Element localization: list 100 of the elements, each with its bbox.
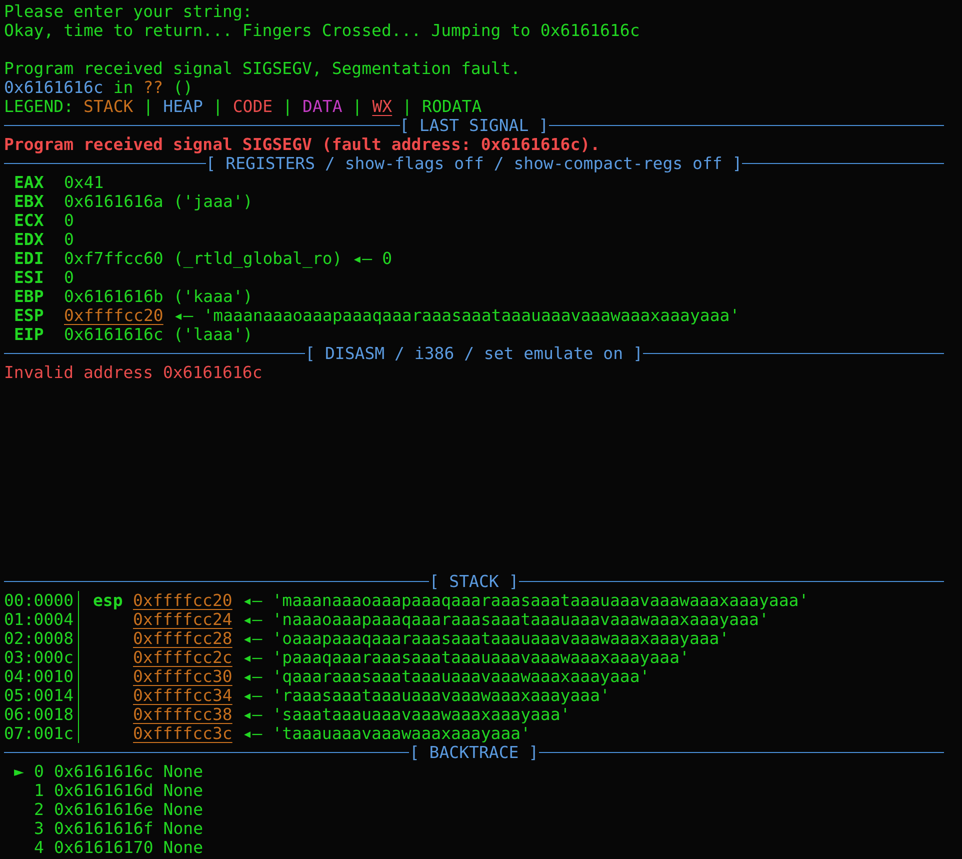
frame-symbol: None: [163, 819, 204, 838]
register-value: 0: [64, 211, 74, 230]
frame-address: 0x6161616f: [54, 819, 154, 838]
register-name: EBX: [14, 192, 45, 211]
frame-address: 0x6161616c: [54, 762, 154, 781]
pointer-arrow: ◂—: [352, 249, 372, 268]
stack-value: 'raaasaaataaauaaavaaawaaaxaaayaaa': [272, 686, 610, 705]
register-value: 0x6161616b: [64, 287, 164, 306]
disasm-message: Invalid address 0x6161616c: [4, 363, 262, 382]
section-header: [ LAST SIGNAL ]: [400, 116, 549, 135]
section-header: [ BACKTRACE ]: [409, 743, 539, 762]
output-word: in: [113, 78, 134, 97]
output-line: Please enter your string:: [4, 2, 252, 21]
stack-address: 0xffffcc2c: [133, 648, 232, 667]
register-detail: ('jaaa'): [173, 192, 253, 211]
pointer-arrow: ◂—: [242, 724, 262, 743]
legend-item: DATA: [302, 97, 342, 116]
stack-register: esp: [93, 591, 123, 610]
stack-value: 'oaaapaaaqaaaraaasaaataaauaaavaaawaaaxaaayaaa': [272, 629, 730, 648]
frame-number: 0: [34, 762, 44, 781]
stack-address: 0xffffcc38: [133, 705, 232, 724]
register-detail: ('kaaa'): [173, 287, 253, 306]
section-header: [ DISASM / i386 / set emulate on ]: [305, 344, 643, 363]
legend-separator: |: [402, 97, 412, 116]
stack-address: 0xffffcc3c: [133, 724, 232, 743]
fault-address: 0x6161616c: [4, 78, 104, 97]
pointer-arrow: ◂—: [242, 629, 262, 648]
legend-item: STACK: [84, 97, 134, 116]
frame-number: 3: [34, 819, 44, 838]
register-value: 0: [64, 268, 74, 287]
pointer-arrow: ◂—: [242, 591, 262, 610]
stack-offset: 05:0014: [4, 686, 75, 705]
stack-address: 0xffffcc28: [133, 629, 232, 648]
section-header: [ STACK ]: [429, 572, 519, 591]
pointer-arrow: ◂—: [242, 648, 262, 667]
stack-value: 'qaaaraaasaaataaauaaavaaawaaaxaaayaaa': [272, 667, 650, 686]
frame-address: 0x61616170: [54, 838, 154, 857]
pointer-arrow: ◂—: [173, 306, 194, 325]
output-line: Program received signal SIGSEGV, Segmentation fault.: [4, 59, 521, 78]
stack-value: 'naaaoaaapaaaqaaaraaasaaataaauaaavaaawaaaxaaayaaa': [272, 610, 769, 629]
legend-item: WX: [372, 97, 392, 116]
register-name: ESP: [14, 306, 45, 325]
legend-separator: |: [282, 97, 293, 116]
register-name: EBP: [14, 287, 45, 306]
stack-value: 'saaataaauaaavaaawaaaxaaayaaa': [272, 705, 570, 724]
register-name: EIP: [14, 325, 45, 344]
legend-item: RODATA: [422, 97, 482, 116]
stack-offset: 03:000c: [4, 648, 75, 667]
stack-value: 'paaaqaaaraaasaaataaauaaavaaawaaaxaaayaaa': [272, 648, 690, 667]
frame-number: 1: [34, 781, 44, 800]
stack-offset: 07:001c: [4, 724, 75, 743]
stack-value: 'maaanaaaoaaapaaaqaaaraaasaaataaauaaavaaawaaaxaaayaaa': [272, 591, 809, 610]
register-detail: ('laaa'): [173, 325, 253, 344]
legend-label: LEGEND:: [4, 97, 74, 116]
register-value: 0x6161616a: [64, 192, 164, 211]
stack-offset: 06:0018: [4, 705, 75, 724]
section-header: [ REGISTERS / show-flags off / show-compact-regs off ]: [206, 154, 742, 173]
output-line: Okay, time to return... Fingers Crossed... Jumping to 0x6161616c: [4, 21, 640, 40]
stack-offset: 04:0010: [4, 667, 75, 686]
legend-separator: |: [143, 97, 154, 116]
current-frame-marker: ►: [14, 762, 24, 781]
pointer-arrow: ◂—: [242, 610, 262, 629]
frame-number: 4: [34, 838, 44, 857]
register-value: 0x41: [64, 173, 104, 192]
stack-offset: 00:0000: [4, 591, 75, 610]
legend-item: CODE: [232, 97, 273, 116]
legend-separator: |: [352, 97, 362, 116]
legend-item: HEAP: [163, 97, 203, 116]
output-word: (): [173, 78, 193, 97]
frame-symbol: None: [163, 800, 204, 819]
stack-address: 0xffffcc20: [133, 591, 232, 610]
pointer-arrow: ◂—: [242, 686, 262, 705]
stack-address: 0xffffcc24: [133, 610, 232, 629]
frame-address: 0x6161616e: [54, 800, 154, 819]
register-name: ECX: [14, 211, 45, 230]
register-name: EDX: [14, 230, 45, 249]
register-target: 'maaanaaaoaaapaaaqaaaraaasaaataaauaaavaaawaaaxaaayaaa': [203, 306, 740, 325]
frame-address: 0x6161616d: [54, 781, 154, 800]
register-value: 0xffffcc20: [64, 306, 164, 325]
register-value: 0x6161616c: [64, 325, 164, 344]
stack-offset: 02:0008: [4, 629, 75, 648]
signal-message: Program received signal SIGSEGV (fault address: 0x6161616c).: [4, 135, 600, 154]
register-name: EDI: [14, 249, 45, 268]
register-value: 0: [64, 230, 74, 249]
stack-value: 'taaauaaavaaawaaaxaaayaaa': [272, 724, 530, 743]
register-name: ESI: [14, 268, 45, 287]
pointer-arrow: ◂—: [242, 667, 262, 686]
frame-symbol: None: [163, 762, 204, 781]
pointer-arrow: ◂—: [242, 705, 262, 724]
stack-address: 0xffffcc30: [133, 667, 232, 686]
frame-symbol: None: [163, 838, 204, 857]
register-target: 0: [382, 249, 392, 268]
legend-separator: |: [212, 97, 223, 116]
register-name: EAX: [14, 173, 45, 192]
register-detail: (_rtld_global_ro): [173, 249, 342, 268]
unknown-symbol: ??: [143, 78, 164, 97]
frame-symbol: None: [163, 781, 204, 800]
frame-number: 2: [34, 800, 44, 819]
register-value: 0xf7ffcc60: [64, 249, 164, 268]
stack-address: 0xffffcc34: [133, 686, 232, 705]
